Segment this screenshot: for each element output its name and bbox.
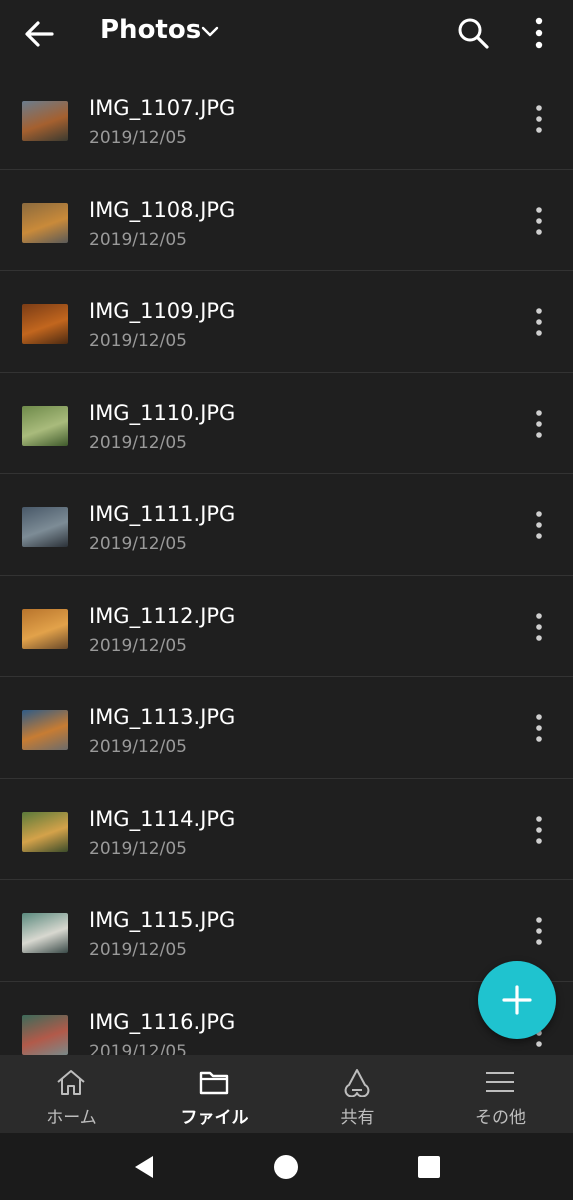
photo-thumbnail-image	[22, 710, 68, 750]
plus-icon	[502, 985, 532, 1015]
photo-thumbnail-image	[22, 101, 68, 141]
more-vert-icon[interactable]	[526, 14, 552, 52]
file-name: IMG_1110.JPG	[89, 400, 236, 425]
share-icon	[344, 1069, 370, 1097]
file-name: IMG_1111.JPG	[89, 502, 236, 526]
file-row[interactable]: IMG_1107.JPG 2019/12/05	[0, 68, 573, 170]
file-thumbnail	[22, 405, 68, 446]
photo-thumbnail-image	[22, 507, 68, 547]
file-row[interactable]: IMG_1108.JPG 2019/12/05	[0, 170, 573, 271]
menu-icon	[486, 1072, 514, 1092]
file-date: 2019/12/05	[89, 128, 187, 148]
nav-item-more[interactable]: その他	[429, 1055, 572, 1133]
chevron-down-icon[interactable]	[200, 24, 220, 38]
nav-label-share: 共有	[340, 1108, 375, 1128]
file-date: 2019/12/05	[89, 229, 187, 250]
file-thumbnail	[22, 913, 68, 953]
more-vert-icon[interactable]	[528, 914, 550, 948]
file-date: 2019/12/05	[89, 838, 187, 859]
file-row[interactable]: IMG_1114.JPG 2019/12/05	[0, 779, 573, 880]
file-row[interactable]: IMG_1111.JPG 2019/12/05	[0, 474, 573, 576]
file-name: IMG_1116.JPG	[89, 1009, 236, 1034]
file-thumbnail	[22, 1014, 68, 1055]
file-date: 2019/12/05	[89, 1041, 187, 1057]
file-date: 2019/12/05	[89, 940, 187, 960]
file-date: 2019/12/05	[89, 331, 187, 351]
file-thumbnail	[22, 710, 68, 750]
file-row[interactable]: IMG_1109.JPG 2019/12/05	[0, 271, 573, 373]
photo-thumbnail-image	[22, 405, 68, 446]
file-name: IMG_1112.JPG	[89, 603, 236, 628]
file-thumbnail	[22, 202, 68, 243]
nav-item-home[interactable]: ホーム	[0, 1055, 143, 1133]
more-vert-icon[interactable]	[528, 610, 550, 644]
file-row[interactable]: IMG_1115.JPG 2019/12/05	[0, 880, 573, 982]
file-name: IMG_1109.JPG	[89, 299, 236, 323]
file-thumbnail	[22, 304, 68, 344]
file-name: IMG_1113.JPG	[89, 705, 236, 729]
back-arrow-icon[interactable]	[18, 14, 60, 54]
folder-icon	[199, 1071, 229, 1095]
file-date: 2019/12/05	[89, 635, 187, 656]
more-vert-icon[interactable]	[528, 102, 550, 136]
back-triangle-icon[interactable]	[130, 1153, 158, 1181]
file-thumbnail	[22, 507, 68, 547]
page-title[interactable]: Photos	[100, 15, 201, 45]
bottom-nav: ホーム ファイル 共有 その他	[0, 1055, 573, 1133]
more-vert-icon[interactable]	[528, 711, 550, 745]
home-icon	[57, 1070, 85, 1095]
file-row[interactable]: IMG_1110.JPG 2019/12/05	[0, 373, 573, 474]
more-vert-icon[interactable]	[528, 407, 550, 441]
file-list: IMG_1107.JPG 2019/12/05 IMG_1108.JPG 2019/1…	[0, 68, 573, 1056]
nav-label-home: ホーム	[46, 1108, 97, 1128]
file-row[interactable]: IMG_1113.JPG 2019/12/05	[0, 677, 573, 779]
photo-thumbnail-image	[22, 913, 68, 953]
file-name: IMG_1114.JPG	[89, 806, 236, 831]
home-circle-icon[interactable]	[272, 1153, 300, 1181]
file-date: 2019/12/05	[89, 737, 187, 757]
more-vert-icon[interactable]	[528, 204, 550, 238]
photo-thumbnail-image	[22, 811, 68, 852]
file-thumbnail	[22, 811, 68, 852]
photo-thumbnail-image	[22, 304, 68, 344]
file-thumbnail	[22, 101, 68, 141]
file-name: IMG_1108.JPG	[89, 197, 236, 222]
file-row[interactable]: IMG_1112.JPG 2019/12/05	[0, 576, 573, 677]
more-vert-icon[interactable]	[528, 508, 550, 542]
more-vert-icon[interactable]	[528, 813, 550, 847]
recents-square-icon[interactable]	[415, 1153, 443, 1181]
app-bar: Photos	[0, 0, 573, 68]
photo-thumbnail-image	[22, 1014, 68, 1055]
search-icon[interactable]	[454, 14, 492, 52]
file-date: 2019/12/05	[89, 432, 187, 453]
file-thumbnail	[22, 608, 68, 649]
nav-label-more: その他	[475, 1108, 526, 1128]
file-name: IMG_1115.JPG	[89, 908, 236, 932]
nav-item-share[interactable]: 共有	[286, 1055, 429, 1133]
file-date: 2019/12/05	[89, 534, 187, 554]
photo-thumbnail-image	[22, 608, 68, 649]
system-nav-bar	[0, 1133, 573, 1200]
nav-item-files[interactable]: ファイル	[143, 1055, 286, 1133]
more-vert-icon[interactable]	[528, 305, 550, 339]
nav-label-files: ファイル	[180, 1108, 249, 1128]
add-fab-button[interactable]	[478, 961, 556, 1039]
photo-thumbnail-image	[22, 202, 68, 243]
file-name: IMG_1107.JPG	[89, 96, 236, 120]
